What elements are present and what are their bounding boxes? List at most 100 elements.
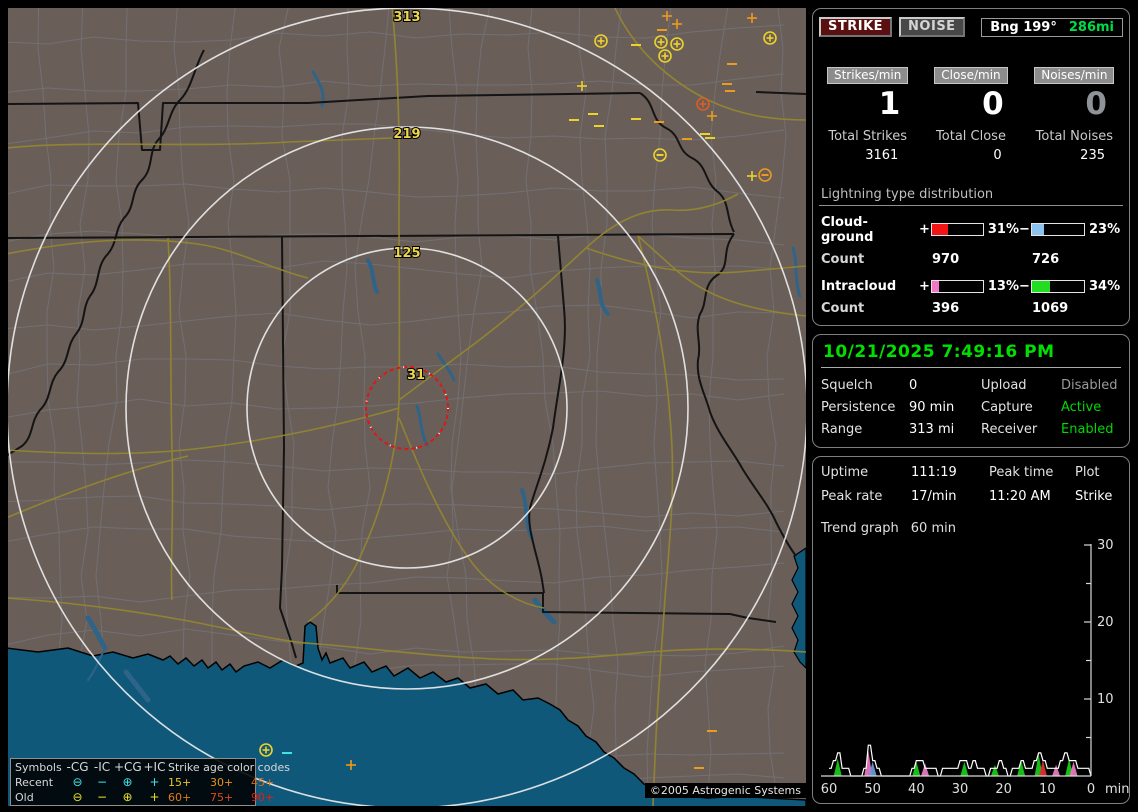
svg-text:125: 125 <box>393 246 420 261</box>
intracloud-label: Intracloud <box>819 279 919 294</box>
bearing-distance: 286mi <box>1069 20 1114 35</box>
legend-col-neg-ic: -IC <box>90 760 114 775</box>
legend-row-label: Old <box>15 790 65 805</box>
total-noises-value: 235 <box>1026 148 1123 163</box>
plus-sign: + <box>919 279 927 294</box>
bearing-readout: Bng 199° 286mi <box>981 18 1123 37</box>
status-panel: 10/21/2025 7:49:16 PM Squelch 0 Upload D… <box>812 334 1130 448</box>
svg-text:40: 40 <box>908 782 925 797</box>
noises-per-min-value: 0 <box>1026 84 1123 126</box>
upload-status: Disabled <box>1061 378 1121 393</box>
bearing-label: Bng 199° <box>990 20 1057 35</box>
total-strikes-value: 3161 <box>819 148 916 163</box>
intracloud-row: Intracloud + 13% − 34% <box>819 279 1123 294</box>
count-label: Count <box>819 301 919 316</box>
close-per-min-chip[interactable]: Close/min <box>934 67 1007 84</box>
svg-text:31: 31 <box>407 368 425 383</box>
count-label: Count <box>819 252 919 267</box>
lightning-tracker-app: { "header": { "strike_label": "STRIKE", … <box>0 0 1138 812</box>
plus-sign: + <box>919 222 927 237</box>
cg-positive-count: 970 <box>919 252 1019 267</box>
legend-col-neg-cg: -CG <box>65 760 90 775</box>
legend-symbols-header: Symbols <box>15 760 65 775</box>
cg-negative-count: 726 <box>1019 252 1123 267</box>
peak-time-value: 11:20 AM <box>989 489 1075 504</box>
distribution-title: Lightning type distribution <box>819 187 1123 206</box>
total-noises-label: Total Noises <box>1026 129 1123 144</box>
ic-positive-count: 396 <box>919 301 1019 316</box>
strikes-per-min-value: 1 <box>819 84 916 126</box>
svg-text:30: 30 <box>1097 538 1114 553</box>
symbol-legend: Symbols -CG -IC +CG +IC Strike age color… <box>10 758 256 806</box>
cg-positive-bar <box>931 223 984 236</box>
peak-time-header: Peak time <box>989 465 1075 480</box>
svg-text:219: 219 <box>393 127 420 142</box>
strike-map[interactable]: 313 219 125 31 Symbols -CG -IC +CG +IC Stri… <box>8 8 806 806</box>
minus-sign: − <box>1019 279 1027 294</box>
close-per-min-value: 0 <box>922 84 1019 126</box>
noise-mode-button[interactable]: NOISE <box>899 17 965 37</box>
datetime-display: 10/21/2025 7:49:16 PM <box>821 339 1121 368</box>
svg-text:min: min <box>1105 782 1129 797</box>
legend-row-old: Old⊖−⊕+60+75+90+ <box>15 790 251 805</box>
map-canvas: 313 219 125 31 <box>8 8 806 806</box>
cg-negative-bar <box>1031 223 1085 236</box>
plot-header: Plot <box>1075 465 1121 480</box>
svg-text:313: 313 <box>393 10 420 25</box>
lightning-type-distribution: Lightning type distribution Cloud-ground… <box>819 187 1123 316</box>
age-code: 75+ <box>210 790 251 805</box>
svg-text:60: 60 <box>821 782 838 797</box>
age-code: 15+ <box>168 775 210 790</box>
legend-age-title: Strike age color codes <box>168 760 288 775</box>
ic-positive-pct: 13% <box>988 279 1019 294</box>
legend-glyph: − <box>90 775 114 790</box>
ic-positive-bar-group: + 13% <box>919 279 1019 294</box>
close-counter-column: Close/min 0 Total Close 0 <box>922 64 1019 163</box>
svg-text:20: 20 <box>1097 615 1114 630</box>
age-code: 30+ <box>210 775 251 790</box>
ic-negative-count: 1069 <box>1019 301 1123 316</box>
cg-positive-bar-group: + 31% <box>919 222 1019 237</box>
persistence-value: 90 min <box>909 400 981 415</box>
capture-status: Active <box>1061 400 1121 415</box>
receiver-label: Receiver <box>981 422 1061 437</box>
strikes-per-min-chip[interactable]: Strikes/min <box>827 67 908 84</box>
legend-glyph: ⊖ <box>65 775 90 790</box>
strike-mode-button[interactable]: STRIKE <box>819 17 892 37</box>
cloud-ground-label: Cloud-ground <box>819 215 919 245</box>
legend-glyph: ⊕ <box>114 775 141 790</box>
ic-negative-bar <box>1031 280 1085 293</box>
cloud-ground-row: Cloud-ground + 31% − 23% <box>819 215 1123 245</box>
persistence-label: Persistence <box>821 400 909 415</box>
legend-col-pos-cg: +CG <box>114 760 141 775</box>
strikes-counter-column: Strikes/min 1 Total Strikes 3161 <box>819 64 916 163</box>
legend-glyph: ⊖ <box>65 790 90 805</box>
ic-negative-pct: 34% <box>1089 279 1120 294</box>
capture-label: Capture <box>981 400 1061 415</box>
ic-negative-bar-group: − 34% <box>1019 279 1123 294</box>
legend-glyph: − <box>90 790 114 805</box>
age-code: 60+ <box>168 790 210 805</box>
cg-negative-bar-group: − 23% <box>1019 222 1123 237</box>
noises-per-min-chip[interactable]: Noises/min <box>1034 67 1114 84</box>
cloud-ground-count-row: Count 970 726 <box>819 252 1123 267</box>
legend-col-pos-ic: +IC <box>141 760 168 775</box>
receiver-status: Enabled <box>1061 422 1121 437</box>
plot-value: Strike <box>1075 489 1121 504</box>
intracloud-count-row: Count 396 1069 <box>819 301 1123 316</box>
age-code: 90+ <box>251 790 288 805</box>
minus-sign: − <box>1019 222 1027 237</box>
legend-glyph: + <box>141 790 168 805</box>
svg-text:20: 20 <box>995 782 1012 797</box>
svg-text:50: 50 <box>864 782 881 797</box>
range-value: 313 mi <box>909 422 981 437</box>
total-close-label: Total Close <box>922 129 1019 144</box>
legend-glyph: ⊕ <box>114 790 141 805</box>
stats-panel: STRIKE NOISE Bng 199° 286mi Strikes/min 1… <box>812 8 1130 326</box>
peak-rate-label: Peak rate <box>821 489 911 504</box>
uptime-value: 111:19 <box>911 465 989 480</box>
trend-graph: 1020306050403020100min <box>813 533 1129 801</box>
uptime-trend-panel: Uptime 111:19 Peak time Plot Peak rate 1… <box>812 456 1130 804</box>
cg-negative-pct: 23% <box>1089 222 1120 237</box>
age-code: 45+ <box>251 775 288 790</box>
